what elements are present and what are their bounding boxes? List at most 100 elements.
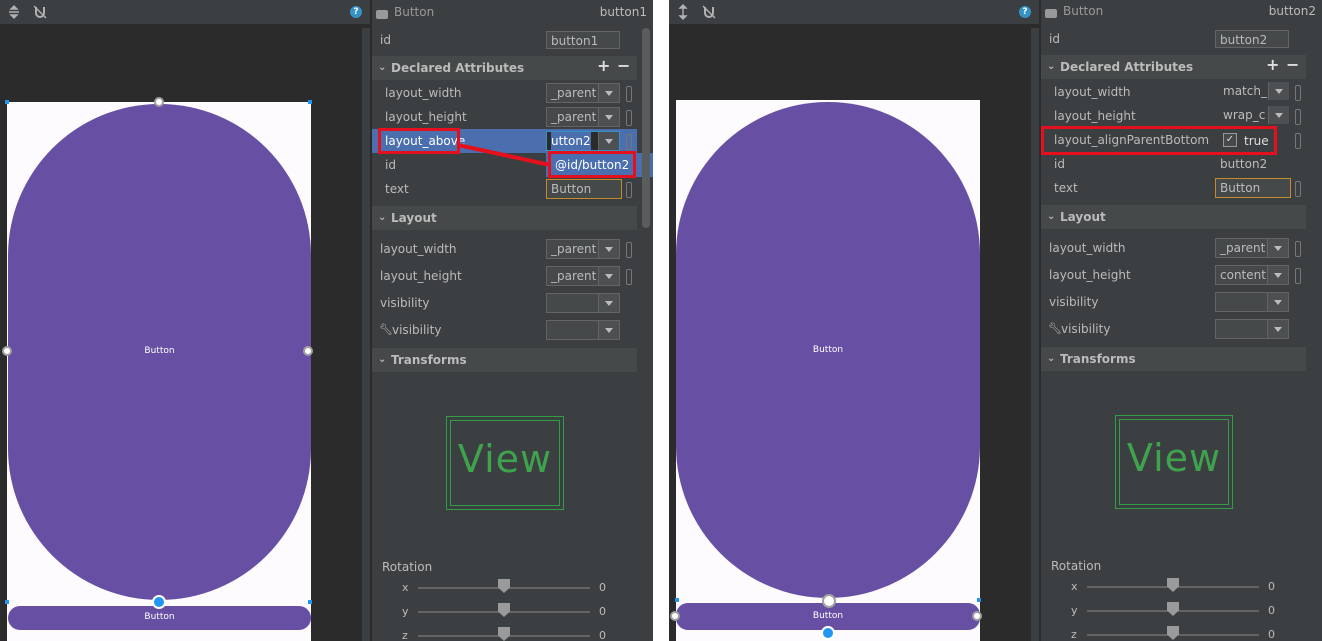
pin-icon[interactable] <box>1295 85 1301 101</box>
attr-value: match_ <box>1223 84 1267 98</box>
slider-thumb[interactable] <box>1167 626 1179 640</box>
id-field[interactable]: button2 <box>1215 30 1289 48</box>
constraint-handle-bottom[interactable] <box>821 626 835 640</box>
layout-section-header[interactable]: ⌄ Layout <box>372 206 637 230</box>
layout-row[interactable]: layout_height content <box>1041 263 1306 287</box>
chevron-down-icon[interactable] <box>1267 239 1288 257</box>
rotation-axis-y: y <box>1071 604 1078 617</box>
transforms-section-header[interactable]: ⌄ Transforms <box>1041 347 1306 371</box>
declared-row[interactable]: text Button <box>1041 176 1306 200</box>
expand-vertical-icon[interactable] <box>675 4 691 20</box>
id-label: id <box>1049 32 1060 46</box>
help-icon[interactable]: ? <box>350 6 362 18</box>
chevron-down-icon[interactable] <box>1267 266 1288 284</box>
selection-corner[interactable] <box>977 598 981 602</box>
chevron-down-icon: ⌄ <box>1047 211 1056 222</box>
rotation-axis-x: x <box>402 581 409 594</box>
chevron-down-icon[interactable] <box>598 267 619 285</box>
layout-row[interactable]: 🔧︎ visibility <box>372 318 637 342</box>
selection-corner[interactable] <box>5 100 9 104</box>
selection-corner[interactable] <box>675 598 679 602</box>
attr-label: id <box>1054 157 1065 171</box>
slider-thumb[interactable] <box>1167 578 1179 592</box>
small-button-label: Button <box>144 612 175 622</box>
constraint-handle-right[interactable] <box>972 611 982 621</box>
attr-combo[interactable]: wrap_c <box>1215 106 1289 126</box>
pan-vertical-icon[interactable] <box>6 4 22 20</box>
chevron-down-icon[interactable] <box>598 240 619 258</box>
declared-row[interactable]: id button2 <box>1041 152 1306 176</box>
layout-row[interactable]: visibility <box>1041 290 1306 314</box>
constraint-handle-right[interactable] <box>303 346 313 356</box>
slider-thumb[interactable] <box>498 627 510 641</box>
widget-icon <box>1045 6 1057 20</box>
rotation-value-x: 0 <box>599 581 606 594</box>
attr-value: wrap_c <box>1223 108 1266 122</box>
panel-scrollbar[interactable] <box>642 28 650 228</box>
wrench-icon: 🔧︎ <box>1048 322 1062 335</box>
slider-thumb[interactable] <box>498 603 510 617</box>
layout-section-header[interactable]: ⌄ Layout <box>1041 205 1306 229</box>
layout-row[interactable]: layout_width _parent <box>372 237 637 261</box>
attr-combo[interactable] <box>1215 319 1289 339</box>
constraint-handle-left[interactable] <box>2 346 12 356</box>
attr-combo[interactable] <box>546 320 620 340</box>
chevron-down-icon: ⌄ <box>378 354 387 365</box>
attr-combo[interactable]: content <box>1215 265 1289 285</box>
attr-value: _parent <box>1220 241 1266 255</box>
declared-attributes-header[interactable]: ⌄ Declared Attributes + − <box>1041 55 1306 79</box>
layout-row[interactable]: layout_height _parent <box>372 264 637 288</box>
slider-thumb[interactable] <box>498 579 510 593</box>
remove-attribute-icon[interactable]: − <box>1286 53 1299 77</box>
chevron-down-icon[interactable] <box>1267 320 1288 338</box>
pin-icon[interactable] <box>1295 268 1301 284</box>
magnet-off-icon[interactable] <box>701 4 717 20</box>
selection-corner[interactable] <box>308 100 312 104</box>
design-canvas: Button Button <box>0 24 362 641</box>
layout-row[interactable]: layout_width _parent <box>1041 236 1306 260</box>
attr-combo[interactable]: match_ <box>1215 82 1289 102</box>
text-field[interactable]: Button <box>1215 178 1291 198</box>
selection-corner[interactable] <box>308 600 312 604</box>
attr-label: layout_width <box>380 242 457 256</box>
pin-icon[interactable] <box>626 269 632 285</box>
attr-combo[interactable]: _parent <box>546 266 620 286</box>
constraint-handle-left[interactable] <box>670 611 680 621</box>
layout-row[interactable]: 🔧︎ visibility <box>1041 317 1306 341</box>
pin-icon[interactable] <box>1295 133 1301 149</box>
pin-icon[interactable] <box>1295 109 1301 125</box>
slider-thumb[interactable] <box>1167 602 1179 616</box>
chevron-down-icon[interactable] <box>1268 82 1289 100</box>
chevron-down-icon[interactable] <box>598 294 619 312</box>
attr-combo[interactable] <box>1215 292 1289 312</box>
attr-combo[interactable]: _parent <box>1215 238 1289 258</box>
chevron-down-icon: ⌄ <box>1047 61 1056 72</box>
attr-combo[interactable]: _parent <box>546 239 620 259</box>
attr-value: _parent <box>551 242 597 256</box>
chevron-down-icon[interactable] <box>598 321 619 339</box>
view-preview: View <box>1115 415 1233 509</box>
declared-row[interactable]: layout_width match_ <box>1041 80 1306 104</box>
rotation-value-x: 0 <box>1268 580 1275 593</box>
design-toolbar: ? <box>669 0 1039 24</box>
attr-label: layout_height <box>1049 268 1131 282</box>
canvas-scrollbar[interactable] <box>1031 28 1039 641</box>
constraint-handle-top[interactable] <box>154 97 164 107</box>
layout-row[interactable]: visibility <box>372 291 637 315</box>
chevron-down-icon[interactable] <box>1267 293 1288 311</box>
pin-icon[interactable] <box>1295 241 1301 257</box>
transforms-section-header[interactable]: ⌄ Transforms <box>372 348 637 372</box>
constraint-handle-top[interactable] <box>822 594 836 608</box>
declared-row[interactable]: layout_height wrap_c <box>1041 104 1306 128</box>
add-attribute-icon[interactable]: + <box>1266 53 1279 77</box>
pin-icon[interactable] <box>626 242 632 258</box>
attr-combo[interactable] <box>546 293 620 313</box>
selection-corner[interactable] <box>5 600 9 604</box>
constraint-handle-bottom[interactable] <box>152 595 166 609</box>
help-icon[interactable]: ? <box>1019 6 1031 18</box>
canvas-scrollbar[interactable] <box>362 28 370 641</box>
magnet-off-icon[interactable] <box>32 4 48 20</box>
chevron-down-icon[interactable] <box>1268 106 1289 124</box>
design-toolbar: ? <box>0 0 370 24</box>
pin-icon[interactable] <box>1295 181 1301 197</box>
